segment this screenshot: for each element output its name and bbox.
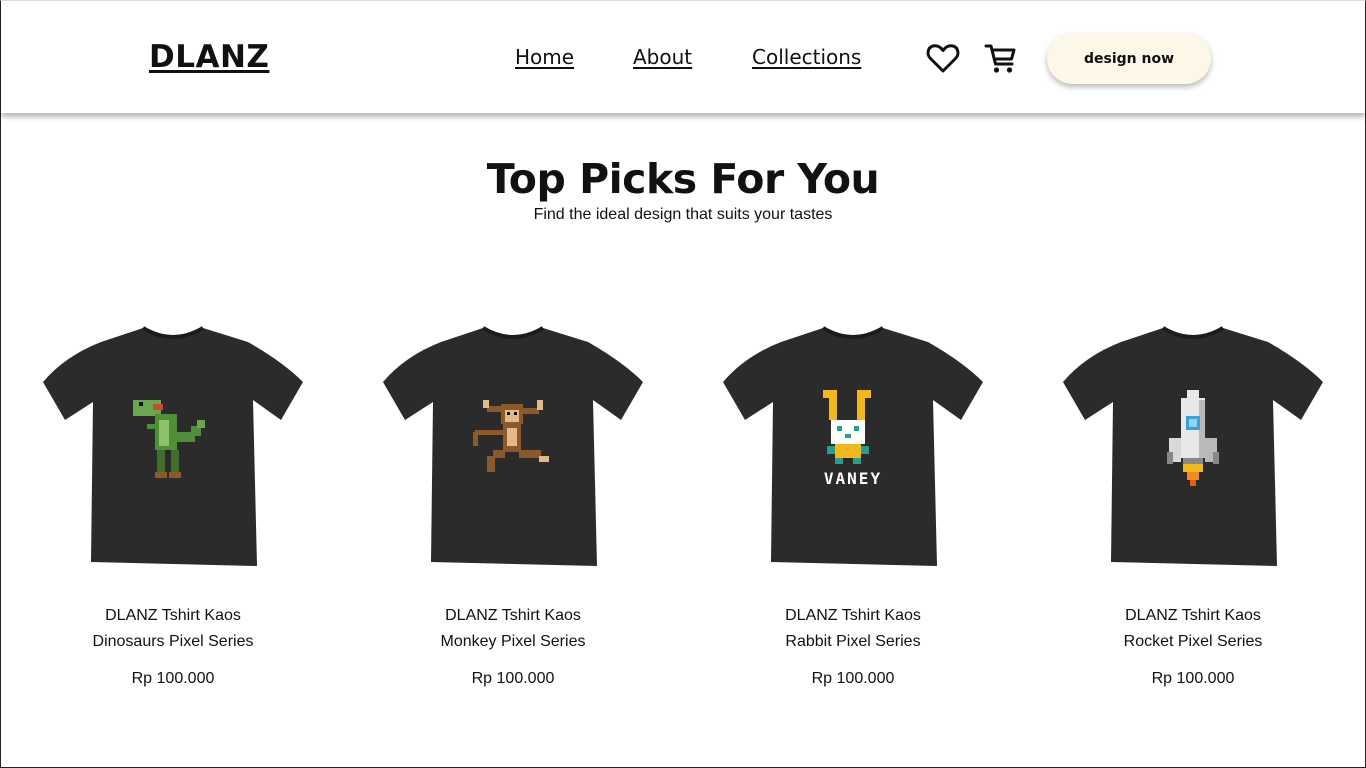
tshirt-dinosaur-image [43,326,303,566]
product-card-rabbit[interactable]: VANEY DLANZ Tshirt Kaos Rabbit Pixel Ser… [703,310,1003,710]
tshirt-monkey-image [383,326,643,566]
cart-icon[interactable] [981,38,1021,78]
product-price: Rp 100.000 [471,670,555,687]
tshirt-rocket-image [1063,326,1323,566]
rabbit-graphic-text: VANEY [824,469,882,488]
logo[interactable]: DLANZ [149,39,269,75]
product-name-line1: DLANZ Tshirt Kaos [445,607,581,624]
tshirt-rabbit-image: VANEY [723,326,983,566]
product-card-rocket[interactable]: DLANZ Tshirt Kaos Rocket Pixel Series Rp… [1043,310,1343,710]
nav-collections[interactable]: Collections [752,45,861,69]
product-name-line1: DLANZ Tshirt Kaos [785,607,921,624]
product-card-monkey[interactable]: DLANZ Tshirt Kaos Monkey Pixel Series Rp… [363,310,663,710]
product-name-line2: Monkey Pixel Series [440,633,586,650]
product-card-dinosaur[interactable]: DLANZ Tshirt Kaos Dinosaurs Pixel Series… [23,310,323,710]
nav-about[interactable]: About [633,45,692,69]
product-name: DLANZ Tshirt Kaos Monkey Pixel Series [363,603,663,655]
product-name-line1: DLANZ Tshirt Kaos [105,607,241,624]
design-now-button[interactable]: design now [1047,33,1211,84]
product-price: Rp 100.000 [1151,670,1235,687]
nav-home[interactable]: Home [515,45,574,69]
product-name: DLANZ Tshirt Kaos Rocket Pixel Series [1043,603,1343,655]
product-name-line2: Rocket Pixel Series [1123,633,1263,650]
product-name: DLANZ Tshirt Kaos Rabbit Pixel Series [703,603,1003,655]
product-name: DLANZ Tshirt Kaos Dinosaurs Pixel Series [23,603,323,655]
product-name-line2: Dinosaurs Pixel Series [92,633,254,650]
product-name-line1: DLANZ Tshirt Kaos [1125,607,1261,624]
site-header: DLANZ Home About Collections design now [1,1,1365,113]
page-title: Top Picks For You [486,155,880,204]
product-price: Rp 100.000 [131,670,215,687]
product-name-line2: Rabbit Pixel Series [785,633,921,650]
product-price: Rp 100.000 [811,670,895,687]
heart-icon[interactable] [923,38,963,78]
page-subtitle: Find the ideal design that suits your ta… [533,206,833,223]
